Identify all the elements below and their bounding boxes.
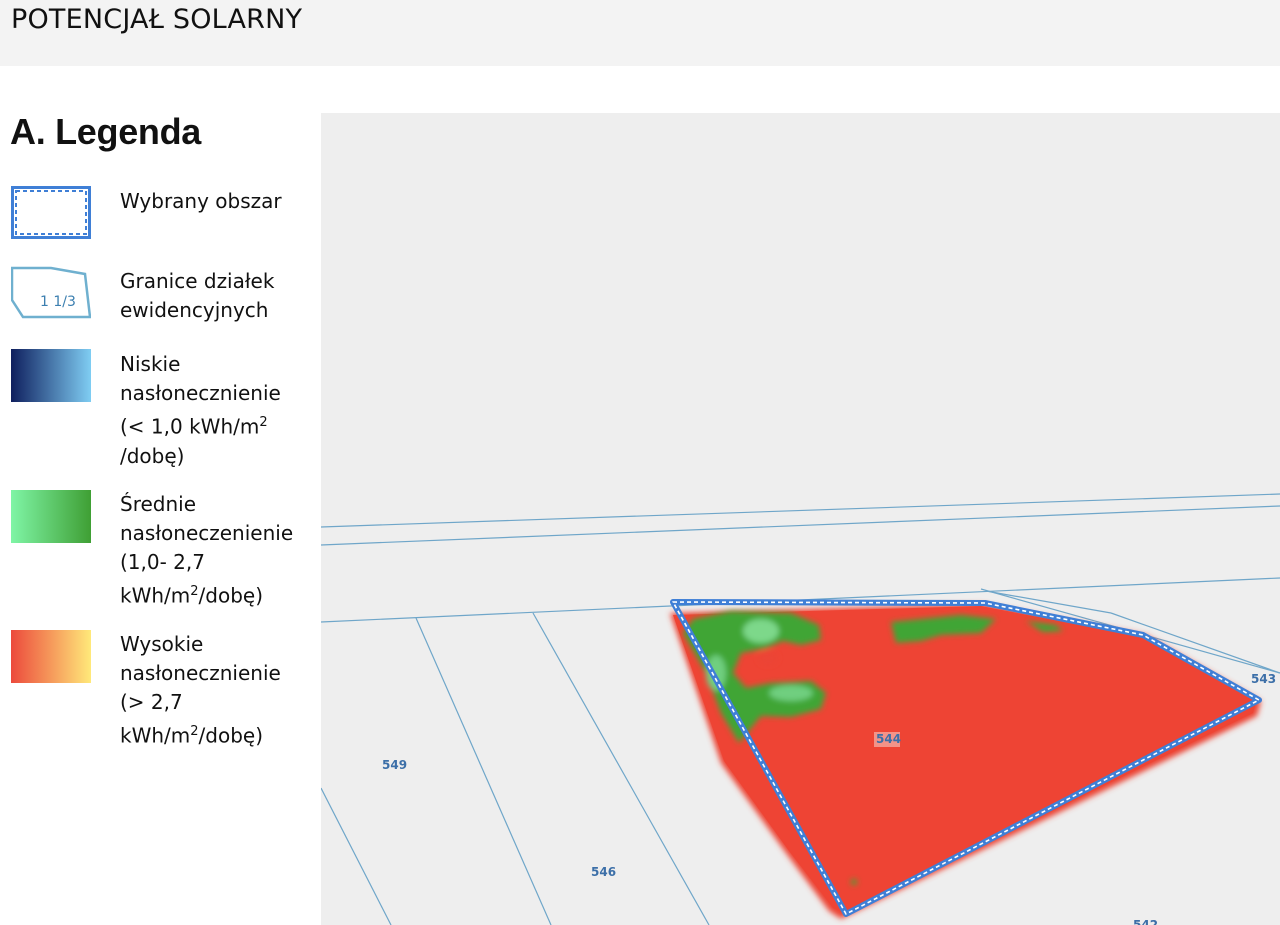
parcel-boundary-icon: 1 1/3 [11,266,91,319]
legend-high-line4: kWh/m2/dobę) [120,723,264,748]
legend-low-line4: /dobę) [120,443,185,468]
header-bar: POTENCJAŁ SOLARNY [0,0,1280,66]
legend-title: A. Legenda [10,111,202,152]
legend-medium-line2: nasłoneczenienie [120,521,294,545]
legend-low-line1: Niskie [120,352,181,376]
parcel-sample-number: 1 1/3 [40,294,76,310]
legend-panel: A. Legenda Wybrany obszar 1 1/3 Granice … [0,66,321,925]
legend-label-parcel-line1: Granice działek [120,269,275,293]
legend-label-high: Wysokie nasłonecznienie (> 2,7 kWh/m2/do… [120,630,315,751]
legend-high-line2: nasłonecznienie [120,661,281,685]
parcel-label-546[interactable]: 546 [591,865,616,879]
legend-label-low: Niskie nasłonecznienie (< 1,0 kWh/m2 /do… [120,350,315,471]
low-gradient-swatch [11,349,91,402]
legend-label-selected-area: Wybrany obszar [120,189,282,213]
page-title: POTENCJAŁ SOLARNY [11,4,303,35]
legend-medium-line4: kWh/m2/dobę) [120,583,264,608]
medium-gradient-swatch [11,490,91,543]
legend-label-parcel-bounds: Granice działek ewidencyjnych [120,267,315,325]
parcel-label-542[interactable]: 542 [1133,918,1158,925]
map-canvas[interactable]: 549 546 544 543 542 [321,113,1280,925]
selected-area-icon [11,186,91,239]
legend-medium-line3: (1,0- 2,7 [120,550,205,574]
parcel-label-543[interactable]: 543 [1251,672,1276,686]
legend-high-line1: Wysokie [120,632,204,656]
legend-label-medium: Średnie nasłoneczenienie (1,0- 2,7 kWh/m… [120,490,315,611]
legend-low-line2: nasłonecznienie [120,381,281,405]
parcel-label-549[interactable]: 549 [382,758,407,772]
solar-map[interactable]: 549 546 544 543 542 [321,113,1280,925]
legend-medium-line1: Średnie [120,492,197,516]
legend-low-line3: (< 1,0 kWh/m2 [120,414,268,439]
parcel-label-544[interactable]: 544 [876,732,901,746]
legend-high-line3: (> 2,7 [120,690,183,714]
high-gradient-swatch [11,630,91,683]
legend-label-parcel-line2: ewidencyjnych [120,298,269,322]
